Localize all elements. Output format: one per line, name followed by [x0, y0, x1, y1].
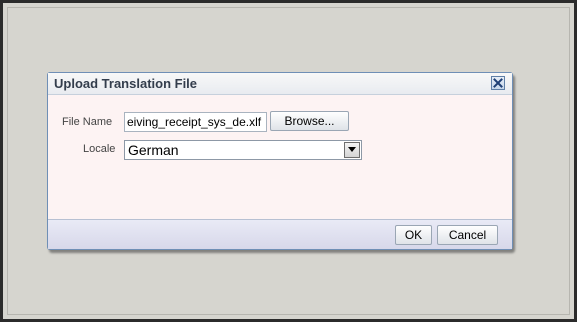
locale-value: German [128, 142, 179, 158]
locale-select[interactable]: German [124, 140, 362, 160]
dialog-title: Upload Translation File [54, 76, 198, 91]
chevron-down-icon [348, 147, 356, 152]
file-name-value: eiving_receipt_sys_de.xlf [127, 115, 262, 129]
close-button[interactable] [491, 76, 505, 90]
locale-dropdown-button[interactable] [344, 142, 360, 158]
cancel-button[interactable]: Cancel [437, 225, 498, 245]
browse-button[interactable]: Browse... [270, 111, 349, 131]
dialog-titlebar: Upload Translation File [48, 73, 512, 95]
file-name-label: File Name [62, 116, 113, 128]
ok-button[interactable]: OK [395, 225, 432, 245]
close-icon [493, 78, 503, 88]
locale-label: Locale [83, 143, 116, 155]
screen-frame: Upload Translation File File Name eiving… [0, 0, 577, 322]
upload-translation-dialog: Upload Translation File File Name eiving… [47, 72, 513, 250]
file-name-field[interactable]: eiving_receipt_sys_de.xlf [124, 112, 267, 132]
dialog-footer: OK Cancel [48, 219, 512, 249]
